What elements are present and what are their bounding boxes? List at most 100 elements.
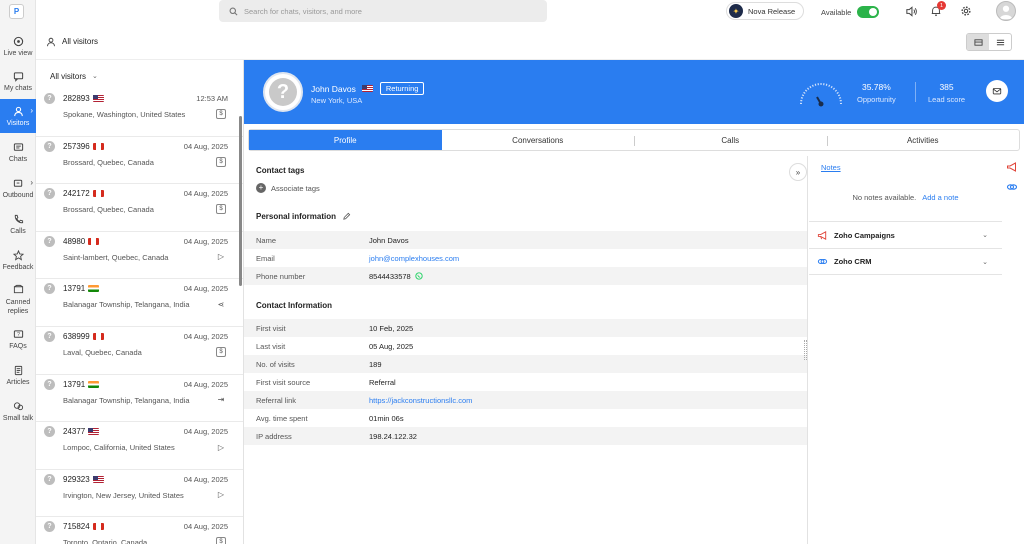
visitor-name-row: John Davos Returning: [311, 82, 425, 95]
tab-activities[interactable]: Activities: [826, 130, 1020, 150]
ca-flag-icon: [92, 523, 104, 531]
list-view-button[interactable]: [989, 34, 1011, 50]
lead-score-stat: 385 Lead score: [928, 82, 965, 104]
whatsapp-icon[interactable]: [415, 272, 423, 280]
info-label: IP address: [256, 431, 292, 441]
megaphone-icon[interactable]: [1005, 160, 1019, 174]
visitor-row[interactable]: ? 24377 04 Aug, 2025 Lompoc, California, Un…: [36, 422, 243, 470]
visitor-location: Balanagar Township, Telangana, India: [63, 395, 190, 405]
tab-calls[interactable]: Calls: [634, 130, 827, 150]
unknown-visitor-icon: ?: [44, 521, 55, 533]
visitor-row[interactable]: ? 638999 04 Aug, 2025 Laval, Quebec, Canada…: [36, 327, 243, 375]
rail-live-view[interactable]: Live view: [0, 29, 36, 63]
info-value: 189: [369, 360, 382, 369]
availability-toggle[interactable]: [857, 6, 880, 18]
source-icon: $: [216, 156, 226, 167]
info-label: Referral link: [256, 395, 297, 405]
visitor-location: Irvington, New Jersey, United States: [63, 490, 184, 500]
visitor-row[interactable]: ? 282893 12:53 AM Spokane, Washington, Unit…: [36, 89, 243, 137]
visitor-row[interactable]: ? 242172 04 Aug, 2025 Brossard, Quebec, Can…: [36, 184, 243, 232]
list-scrollbar[interactable]: [239, 116, 242, 286]
rail-outbound[interactable]: › Outbound: [0, 171, 36, 205]
top-bar: Search for chats, visitors, and more ✦ N…: [36, 0, 1024, 24]
source-icon: $: [216, 204, 226, 215]
visit-time: 12:53 AM: [196, 94, 228, 103]
gear-icon[interactable]: [959, 4, 973, 18]
info-row: Avg. time spent 01min 06s: [244, 409, 807, 427]
info-value[interactable]: https://jackconstructionsllc.com: [369, 396, 472, 405]
visitor-location: Brossard, Quebec, Canada: [63, 157, 154, 167]
divider: [915, 82, 916, 102]
rail-visitors[interactable]: › Visitors: [0, 99, 36, 133]
email-button[interactable]: [986, 80, 1008, 102]
visitor-row[interactable]: ? 48980 04 Aug, 2025 Saint-lambert, Quebec,…: [36, 232, 243, 280]
info-value-text: john@complexhouses.com: [369, 253, 460, 263]
nova-release-button[interactable]: ✦ Nova Release: [726, 2, 805, 20]
rail-articles[interactable]: Articles: [0, 358, 36, 392]
associate-tags-button[interactable]: + Associate tags: [256, 183, 320, 193]
info-value-text: https://jackconstructionsllc.com: [369, 395, 473, 405]
add-note-link[interactable]: Add a note: [922, 193, 958, 202]
app-logo[interactable]: P: [9, 4, 24, 19]
notes-empty-state: No notes available. Add a note: [809, 193, 1002, 202]
rail-canned-replies[interactable]: Canned replies: [0, 280, 36, 320]
info-value[interactable]: john@complexhouses.com: [369, 254, 459, 263]
in-flag-icon: [88, 380, 100, 388]
rail-my-chats[interactable]: My chats: [0, 64, 36, 98]
visitor-id: 282893: [63, 94, 90, 103]
pencil-icon[interactable]: [342, 212, 351, 221]
crm-icon[interactable]: [1005, 180, 1019, 194]
visitor-id: 13791: [63, 379, 86, 389]
integration-zoho-campaigns[interactable]: Zoho Campaigns ⌄: [809, 221, 1002, 248]
info-value: John Davos: [369, 236, 409, 245]
rail-label: Feedback: [2, 263, 34, 271]
bell-icon[interactable]: 1: [929, 1, 946, 18]
visitor-name: John Davos: [311, 83, 356, 94]
source-icon: $: [216, 109, 226, 119]
rail-small-talk[interactable]: Small talk: [0, 394, 36, 428]
source-icon: ▷: [217, 490, 225, 500]
list-filter-dropdown[interactable]: All visitors ⌄: [36, 60, 243, 92]
visit-time: 04 Aug, 2025: [183, 331, 228, 341]
notes-tab[interactable]: Notes: [821, 163, 841, 172]
rail-faqs[interactable]: ? FAQs: [0, 322, 36, 356]
phone-icon: [14, 214, 23, 223]
chevron-right-icon: ›: [30, 178, 33, 187]
card-view-button[interactable]: [967, 34, 989, 50]
availability-status[interactable]: Available: [821, 6, 880, 18]
rail-label: Outbound: [2, 191, 34, 199]
visitor-location: Lompoc, California, United States: [63, 443, 175, 453]
info-label: No. of visits: [256, 359, 295, 369]
visitor-row[interactable]: ? 929323 04 Aug, 2025 Irvington, New Jersey…: [36, 470, 243, 518]
expand-panel-button[interactable]: »: [789, 163, 807, 181]
gauge-hub: [818, 101, 824, 107]
rail-chats[interactable]: Chats: [0, 135, 36, 169]
view-toggle: [966, 33, 1012, 51]
visitor-id: 24377: [63, 427, 86, 437]
article-icon: [14, 365, 22, 375]
user-avatar[interactable]: [996, 1, 1016, 21]
rail-feedback[interactable]: Feedback: [0, 243, 36, 277]
visitor-row[interactable]: ? 715824 04 Aug, 2025 Toronto, Ontario, Can…: [36, 517, 243, 544]
tab-profile[interactable]: Profile: [249, 130, 442, 150]
info-label: Email: [256, 253, 275, 263]
speaker-icon[interactable]: [904, 4, 918, 18]
resize-handle[interactable]: [804, 340, 807, 360]
visitor-row[interactable]: ? 13791 04 Aug, 2025 Balanagar Township, Te…: [36, 375, 243, 423]
rail-calls[interactable]: Calls: [0, 207, 36, 241]
person-icon: [13, 106, 23, 116]
search-input[interactable]: Search for chats, visitors, and more: [219, 0, 547, 22]
tab-conversations[interactable]: Conversations: [442, 130, 635, 150]
contact-tags-title: Contact tags: [256, 166, 305, 175]
info-value-text: 01min 06s: [369, 413, 404, 423]
contact-info-title: Contact Information: [256, 301, 332, 310]
source-icon: $: [216, 346, 226, 357]
nova-label: Nova Release: [748, 6, 796, 16]
sparkle-icon: ✦: [729, 4, 743, 18]
chevron-down-icon: ⌄: [982, 258, 988, 266]
mail-icon: [992, 88, 1002, 95]
visitor-row[interactable]: ? 257396 04 Aug, 2025 Brossard, Quebec, Can…: [36, 137, 243, 185]
visitor-id-row: 282893: [63, 94, 104, 103]
integration-zoho-crm[interactable]: Zoho CRM ⌄: [809, 248, 1002, 275]
visitor-row[interactable]: ? 13791 04 Aug, 2025 Balanagar Township, Te…: [36, 279, 243, 327]
